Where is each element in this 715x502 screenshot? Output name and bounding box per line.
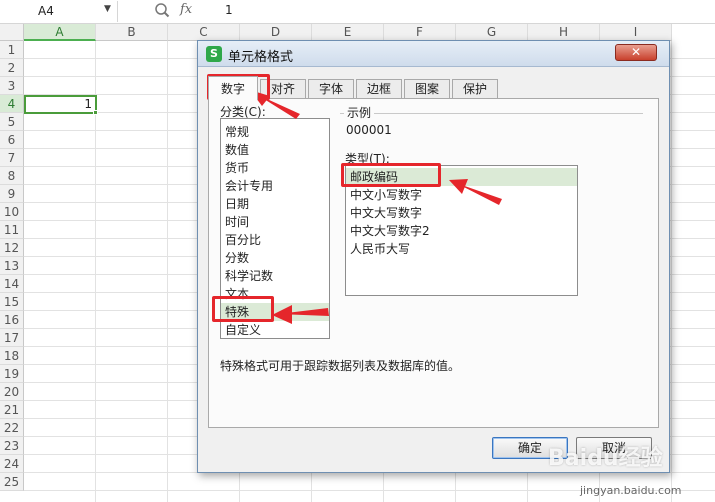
dialog-title: 单元格格式 <box>228 50 294 65</box>
fx-icon[interactable]: fx <box>180 2 192 17</box>
row-header-7[interactable]: 7 <box>0 149 24 167</box>
row-header-19[interactable]: 19 <box>0 365 24 383</box>
dialog-titlebar[interactable]: S 单元格格式 ✕ <box>198 41 669 67</box>
category-item[interactable]: 科学记数 <box>221 267 329 285</box>
watermark-url: jingyan.baidu.com <box>580 484 682 497</box>
column-header-f[interactable]: F <box>384 24 456 41</box>
column-header-c[interactable]: C <box>168 24 240 41</box>
sample-value: 000001 <box>346 123 392 137</box>
row-header-12[interactable]: 12 <box>0 239 24 257</box>
row-header-21[interactable]: 21 <box>0 401 24 419</box>
column-header-d[interactable]: D <box>240 24 312 41</box>
row-header-13[interactable]: 13 <box>0 257 24 275</box>
type-item[interactable]: 中文大写数字 <box>346 204 577 222</box>
tab-number[interactable]: 数字 <box>208 76 258 100</box>
category-item[interactable]: 会计专用 <box>221 177 329 195</box>
column-header-g[interactable]: G <box>456 24 528 41</box>
row-header-24[interactable]: 24 <box>0 455 24 473</box>
row-header-20[interactable]: 20 <box>0 383 24 401</box>
category-item[interactable]: 数值 <box>221 141 329 159</box>
category-item[interactable]: 常规 <box>221 123 329 141</box>
row-header-10[interactable]: 10 <box>0 203 24 221</box>
category-item[interactable]: 分数 <box>221 249 329 267</box>
category-item[interactable]: 百分比 <box>221 231 329 249</box>
type-item[interactable]: 中文小写数字 <box>346 186 577 204</box>
select-all-corner[interactable] <box>0 24 24 41</box>
close-button[interactable]: ✕ <box>615 44 657 61</box>
row-header-17[interactable]: 17 <box>0 329 24 347</box>
row-header-5[interactable]: 5 <box>0 113 24 131</box>
tab-font[interactable]: 字体 <box>308 79 354 99</box>
column-header-b[interactable]: B <box>96 24 168 41</box>
type-item[interactable]: 中文大写数字2 <box>346 222 577 240</box>
tab-border[interactable]: 边框 <box>356 79 402 99</box>
row-header-15[interactable]: 15 <box>0 293 24 311</box>
name-box-value: A4 <box>38 4 54 18</box>
row-header-3[interactable]: 3 <box>0 77 24 95</box>
formula-bar: A4 ▼ fx 1 <box>0 0 715 24</box>
row-header-2[interactable]: 2 <box>0 59 24 77</box>
highlight-box-postal-code <box>341 163 441 187</box>
row-header-16[interactable]: 16 <box>0 311 24 329</box>
category-item[interactable]: 货币 <box>221 159 329 177</box>
sample-label: 示例 <box>344 104 375 121</box>
category-item[interactable]: 日期 <box>221 195 329 213</box>
row-header-8[interactable]: 8 <box>0 167 24 185</box>
format-description: 特殊格式可用于跟踪数据列表及数据库的值。 <box>220 359 461 373</box>
fill-handle[interactable] <box>93 110 98 115</box>
row-header-22[interactable]: 22 <box>0 419 24 437</box>
row-header-25[interactable]: 25 <box>0 473 24 491</box>
baidu-watermark-logo: Baidu经验 <box>548 446 663 471</box>
row-header-11[interactable]: 11 <box>0 221 24 239</box>
type-item[interactable]: 人民币大写 <box>346 240 577 258</box>
name-box[interactable]: A4 ▼ <box>0 1 118 22</box>
format-cells-dialog: S 单元格格式 ✕ 数字 对齐 字体 边框 图案 保护 分类(C): 常规 数值货… <box>197 40 670 473</box>
row-header-9[interactable]: 9 <box>0 185 24 203</box>
column-header-e[interactable]: E <box>312 24 384 41</box>
column-header-a[interactable]: A <box>24 24 96 41</box>
category-item[interactable]: 时间 <box>221 213 329 231</box>
formula-content[interactable]: 1 <box>225 3 233 17</box>
name-box-dropdown-icon[interactable]: ▼ <box>104 4 111 14</box>
row-header-14[interactable]: 14 <box>0 275 24 293</box>
row-header-23[interactable]: 23 <box>0 437 24 455</box>
category-item[interactable]: 自定义 <box>221 321 329 339</box>
zoom-icon[interactable] <box>154 2 170 18</box>
active-cell-a4[interactable]: 1 <box>24 95 97 114</box>
tab-patterns[interactable]: 图案 <box>404 79 450 99</box>
column-header-i[interactable]: I <box>600 24 672 41</box>
row-header-1[interactable]: 1 <box>0 41 24 59</box>
app-logo-icon: S <box>206 46 222 62</box>
column-header-h[interactable]: H <box>528 24 600 41</box>
row-header-6[interactable]: 6 <box>0 131 24 149</box>
highlight-box-special-category <box>212 296 274 322</box>
tab-protection[interactable]: 保护 <box>452 79 498 99</box>
row-header-4[interactable]: 4 <box>0 95 24 113</box>
row-header-18[interactable]: 18 <box>0 347 24 365</box>
